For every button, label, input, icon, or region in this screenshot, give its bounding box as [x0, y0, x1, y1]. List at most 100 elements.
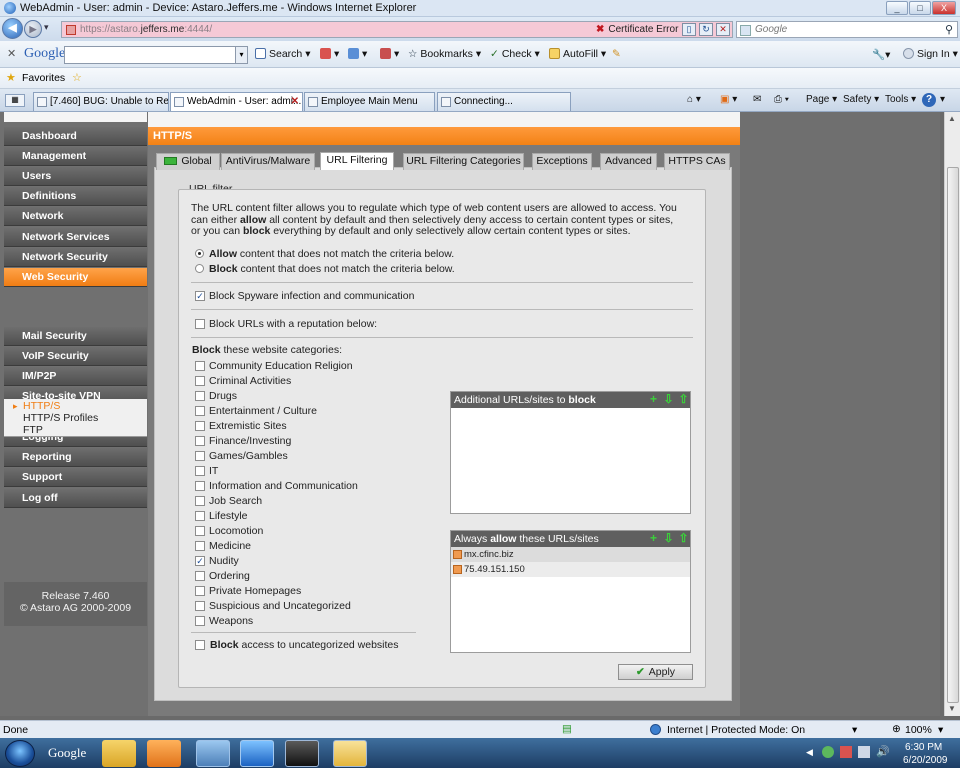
- tray-expand-icon[interactable]: ◀: [806, 747, 813, 758]
- url-field[interactable]: https://astaro.jeffers.me:4444/ ✖ Certifi…: [61, 21, 733, 38]
- tab-url-filtering-categories[interactable]: URL Filtering Categories: [403, 153, 524, 170]
- toggle-icon[interactable]: [164, 157, 178, 165]
- quick-tabs-icon[interactable]: ▦: [5, 94, 25, 107]
- category-label[interactable]: Entertainment / Culture: [209, 405, 317, 417]
- tray-icon[interactable]: [840, 746, 852, 758]
- stop-icon[interactable]: ✕: [716, 23, 730, 36]
- help-icon[interactable]: ?: [922, 93, 936, 107]
- sidebar-item-support[interactable]: Support: [4, 468, 147, 487]
- compatibility-icon[interactable]: ▯: [682, 23, 696, 36]
- forward-button[interactable]: ▶: [24, 20, 42, 38]
- zoom-level[interactable]: 100%: [905, 724, 932, 736]
- sidebar-item-network[interactable]: Network: [4, 207, 147, 226]
- popup-blocker-button[interactable]: ▾: [320, 48, 339, 60]
- category-label[interactable]: Games/Gambles: [209, 450, 288, 462]
- category-checkbox[interactable]: [195, 601, 205, 611]
- category-label[interactable]: Medicine: [209, 540, 251, 552]
- close-button[interactable]: X: [932, 1, 956, 15]
- tab-https-cas[interactable]: HTTPS CAs: [664, 153, 730, 170]
- list-item[interactable]: mx.cfinc.biz: [451, 547, 690, 562]
- media-taskbar-icon[interactable]: [147, 740, 181, 767]
- google-logo[interactable]: Google: [24, 46, 65, 62]
- sidebar-item-dashboard[interactable]: Dashboard: [4, 127, 147, 146]
- subnav-https-profiles[interactable]: HTTP/S Profiles: [23, 412, 98, 424]
- import-icon[interactable]: ⇩: [663, 393, 674, 405]
- chevron-down-icon[interactable]: ▾: [235, 47, 247, 63]
- category-checkbox[interactable]: [195, 421, 205, 431]
- allow-radio-label[interactable]: Allow content that does not match the cr…: [209, 248, 454, 260]
- highlight-icon[interactable]: ✎: [612, 48, 621, 60]
- category-label[interactable]: Drugs: [209, 390, 237, 402]
- page-scrollbar[interactable]: ▲ ▼: [944, 112, 960, 716]
- read-mail-icon[interactable]: ✉: [753, 94, 761, 105]
- security-zone[interactable]: Internet | Protected Mode: On: [667, 724, 805, 736]
- explorer-taskbar-icon[interactable]: [102, 740, 136, 767]
- tab-exceptions[interactable]: Exceptions: [532, 153, 592, 170]
- block-radio[interactable]: [195, 264, 204, 273]
- refresh-icon[interactable]: ↻: [699, 23, 713, 36]
- category-checkbox[interactable]: [195, 406, 205, 416]
- browser-tab[interactable]: WebAdmin - User: admi... ✕: [170, 92, 303, 111]
- category-label[interactable]: Suspicious and Uncategorized: [209, 600, 351, 612]
- cmd-taskbar-icon[interactable]: [285, 740, 319, 767]
- scroll-up-icon[interactable]: ▲: [948, 114, 956, 123]
- help-dropdown[interactable]: ▾: [940, 94, 945, 105]
- autofill-button[interactable]: AutoFill ▾: [549, 48, 606, 60]
- sign-in-button[interactable]: Sign In ▾: [903, 48, 958, 60]
- reputation-checkbox[interactable]: [195, 319, 205, 329]
- tab-url-filtering[interactable]: URL Filtering: [320, 152, 394, 170]
- category-checkbox[interactable]: [195, 526, 205, 536]
- settings-button[interactable]: 🔧▾: [872, 48, 890, 61]
- block-list[interactable]: Additional URLs/sites to block + ⇩ ⇧: [450, 391, 691, 514]
- tab-antivirus-malware[interactable]: AntiVirus/Malware: [221, 153, 315, 170]
- uncategorized-label[interactable]: Block access to uncategorized websites: [210, 639, 399, 651]
- subnav-https[interactable]: HTTP/S: [23, 400, 60, 412]
- check-button[interactable]: ✓ Check ▾: [490, 48, 540, 60]
- scroll-thumb[interactable]: [947, 167, 959, 703]
- page-menu[interactable]: Page ▾: [806, 94, 837, 105]
- clock-time[interactable]: 6:30 PM: [905, 742, 942, 753]
- phone-taskbar-icon[interactable]: [196, 740, 230, 767]
- browser-tab[interactable]: Employee Main Menu: [304, 92, 435, 111]
- browser-tab[interactable]: [7.460] BUG: Unable to Res...: [33, 92, 169, 111]
- category-checkbox[interactable]: [195, 511, 205, 521]
- category-checkbox[interactable]: [195, 376, 205, 386]
- bookmarks-button[interactable]: ☆ Bookmarks ▾: [408, 48, 481, 60]
- reputation-label[interactable]: Block URLs with a reputation below:: [209, 318, 377, 330]
- tools-menu[interactable]: Tools ▾: [885, 94, 916, 105]
- maximize-button[interactable]: □: [909, 1, 931, 15]
- close-tab-icon[interactable]: ✕: [291, 96, 299, 107]
- apply-button[interactable]: ✔ Apply: [618, 664, 693, 680]
- category-checkbox[interactable]: [195, 571, 205, 581]
- sidebar-item-definitions[interactable]: Definitions: [4, 187, 147, 206]
- category-label[interactable]: Locomotion: [209, 525, 263, 537]
- sidebar-item-management[interactable]: Management: [4, 147, 147, 166]
- sidebar-item-log-off[interactable]: Log off: [4, 489, 147, 508]
- category-label[interactable]: Extremistic Sites: [209, 420, 287, 432]
- category-checkbox[interactable]: ✓: [195, 556, 205, 566]
- category-label[interactable]: Job Search: [209, 495, 262, 507]
- spyware-label[interactable]: Block Spyware infection and communicatio…: [209, 290, 414, 302]
- category-label[interactable]: Community Education Religion: [209, 360, 353, 372]
- sidebar-item-users[interactable]: Users: [4, 167, 147, 186]
- live-search-box[interactable]: Google ⚲: [736, 21, 958, 38]
- tab-advanced[interactable]: Advanced: [600, 153, 657, 170]
- volume-icon[interactable]: 🔊: [876, 745, 890, 758]
- category-label[interactable]: Finance/Investing: [209, 435, 291, 447]
- category-checkbox[interactable]: [195, 541, 205, 551]
- category-label[interactable]: Lifestyle: [209, 510, 248, 522]
- uncategorized-checkbox[interactable]: [195, 640, 205, 650]
- pagerank-button[interactable]: ▾: [380, 48, 399, 60]
- protected-mode-dropdown[interactable]: ▾: [852, 724, 857, 736]
- category-checkbox[interactable]: [195, 481, 205, 491]
- sidebar-item-im-p2p[interactable]: IM/P2P: [4, 367, 147, 386]
- sidebar-item-voip-security[interactable]: VoIP Security: [4, 347, 147, 366]
- category-label[interactable]: Criminal Activities: [209, 375, 291, 387]
- category-label[interactable]: Nudity: [209, 555, 239, 567]
- print-button[interactable]: ⎙ ▾: [774, 94, 789, 105]
- sidebar-item-web-security[interactable]: Web Security: [4, 268, 147, 287]
- ie-taskbar-icon[interactable]: [240, 740, 274, 767]
- history-dropdown-icon[interactable]: ▾: [44, 22, 49, 33]
- start-button[interactable]: [5, 740, 35, 767]
- plus-button[interactable]: ▾: [348, 48, 367, 60]
